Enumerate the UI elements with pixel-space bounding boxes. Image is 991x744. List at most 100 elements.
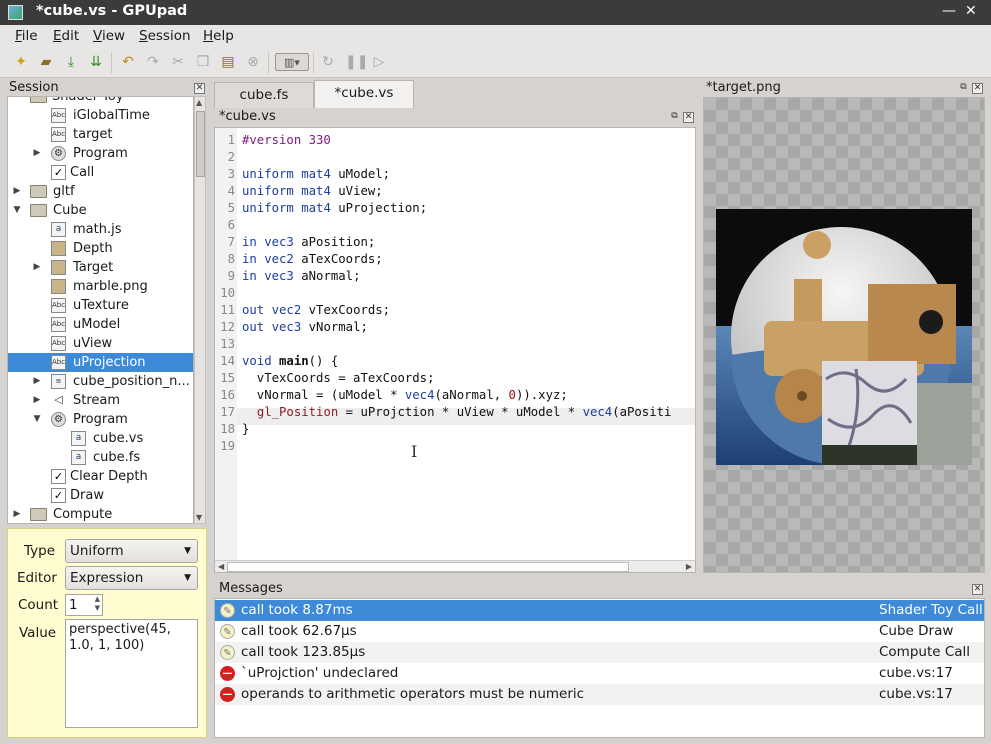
tree-item[interactable]: ▼ ⚙ Program: [8, 410, 193, 429]
message-row[interactable]: — operands to arithmetic operators must b…: [215, 684, 984, 705]
float-icon[interactable]: ⧉: [669, 112, 680, 123]
paste-icon[interactable]: ▤: [219, 53, 237, 71]
tab-cube-vs[interactable]: *cube.vs: [314, 80, 414, 108]
scroll-left-icon[interactable]: ◀: [218, 562, 224, 571]
value-label: Value: [19, 625, 57, 641]
tree-item[interactable]: ▶ ≡ cube_position_n...: [8, 372, 193, 391]
folder-icon: [30, 97, 47, 103]
binding-icon: Abc: [51, 108, 66, 123]
tree-item[interactable]: marble.png: [8, 277, 193, 296]
editor-close-icon[interactable]: ✕: [683, 112, 694, 123]
tree-item[interactable]: a cube.fs: [8, 448, 193, 467]
collapse-arrow-icon[interactable]: ▼: [32, 410, 42, 429]
script-icon: a: [71, 431, 86, 446]
expand-arrow-icon[interactable]: ▶: [12, 182, 22, 201]
message-row[interactable]: — `uProjction' undeclared cube.vs:17: [215, 663, 984, 684]
tab-cube-fs[interactable]: cube.fs: [214, 82, 314, 108]
session-close-icon[interactable]: ✕: [194, 83, 205, 94]
source-type-icon[interactable]: ▥▾: [275, 53, 309, 71]
image-icon: [51, 241, 66, 256]
menu-file[interactable]: File: [15, 28, 38, 44]
scroll-down-icon[interactable]: ▼: [196, 513, 202, 522]
open-file-icon[interactable]: ▰: [37, 53, 55, 71]
editor-select[interactable]: Expression ▼: [65, 566, 198, 590]
menu-help[interactable]: Help: [203, 28, 234, 44]
line-number-gutter: 1 2 3 4 5 6 7 8 9 10 11 12 13 14 15 16 1…: [215, 128, 237, 560]
script-icon: a: [51, 222, 66, 237]
tree-scrollbar[interactable]: ▲ ▼: [194, 96, 206, 524]
scroll-thumb[interactable]: [227, 562, 629, 572]
count-spinbox[interactable]: 1 ▲ ▼: [65, 594, 103, 616]
binding-icon: Abc: [51, 317, 66, 332]
save-icon[interactable]: ⤓: [62, 53, 80, 71]
close-window-button[interactable]: ✕: [965, 3, 977, 19]
message-row[interactable]: ✎ call took 8.87ms Shader Toy Call: [215, 600, 984, 621]
new-file-icon[interactable]: ✦: [12, 53, 30, 71]
code-editor[interactable]: 1 2 3 4 5 6 7 8 9 10 11 12 13 14 15 16 1…: [214, 127, 696, 573]
expand-arrow-icon[interactable]: ▶: [12, 505, 22, 523]
scroll-up-icon[interactable]: ▲: [196, 98, 202, 107]
expand-arrow-icon[interactable]: ▶: [32, 372, 42, 391]
editor-label: Editor: [17, 570, 57, 586]
menu-edit[interactable]: Edit: [53, 28, 79, 44]
message-row[interactable]: ✎ call took 123.85µs Compute Call: [215, 642, 984, 663]
value-textarea[interactable]: perspective(45, 1.0, 1, 100): [65, 619, 198, 728]
copy-icon[interactable]: ❐: [194, 53, 212, 71]
tree-item[interactable]: Abc iGlobalTime: [8, 106, 193, 125]
tree-item[interactable]: ▼ Cube: [8, 201, 193, 220]
tree-item[interactable]: ▶ gltf: [8, 182, 193, 201]
tree-item[interactable]: Depth: [8, 239, 193, 258]
properties-panel: Type Uniform ▼ Editor Expression ▼ Count 1…: [7, 528, 207, 738]
scroll-thumb[interactable]: [196, 111, 205, 177]
minimize-button[interactable]: —: [942, 3, 956, 19]
menu-session[interactable]: Session: [139, 28, 191, 44]
save-all-icon[interactable]: ⇊: [87, 53, 105, 71]
cut-icon[interactable]: ✂: [169, 53, 187, 71]
checkbox-icon[interactable]: ✓: [51, 488, 66, 503]
session-panel-title: Session: [9, 80, 59, 95]
run-icon[interactable]: ▷: [370, 53, 388, 71]
messages-close-icon[interactable]: ✕: [972, 584, 983, 595]
target-image-view[interactable]: [703, 97, 985, 573]
editor-hscrollbar[interactable]: ◀ ▶: [215, 560, 695, 572]
chevron-down-icon: ▼: [184, 573, 191, 583]
float-icon[interactable]: ⧉: [958, 83, 969, 94]
tree-item[interactable]: ▶ Compute: [8, 505, 193, 523]
editor-title: *cube.vs: [219, 109, 276, 124]
expand-arrow-icon[interactable]: ▶: [32, 144, 42, 163]
code-line: uniform mat4 uProjection;: [242, 201, 428, 215]
code-line: vNormal = (uModel * vec4(aNormal, 0)).xy…: [242, 388, 568, 402]
target-close-icon[interactable]: ✕: [972, 83, 983, 94]
redo-icon[interactable]: ↷: [144, 53, 162, 71]
tree-item[interactable]: a math.js: [8, 220, 193, 239]
expand-arrow-icon[interactable]: ▶: [32, 391, 42, 410]
code-line: #version 330: [242, 133, 331, 147]
tree-item[interactable]: ▶ Target: [8, 258, 193, 277]
checkbox-icon[interactable]: ✓: [51, 165, 66, 180]
undo-icon[interactable]: ↶: [119, 53, 137, 71]
code-line: vTexCoords = aTexCoords;: [242, 371, 435, 385]
tree-item[interactable]: ✓ Draw: [8, 486, 193, 505]
collapse-arrow-icon[interactable]: ▼: [12, 201, 22, 220]
code-line: in vec3 aPosition;: [242, 235, 376, 249]
checkbox-icon[interactable]: ✓: [51, 469, 66, 484]
tree-item-selected[interactable]: Abc uProjection: [8, 353, 193, 372]
pause-icon[interactable]: ❚❚: [345, 53, 368, 71]
message-row[interactable]: ✎ call took 62.67µs Cube Draw: [215, 621, 984, 642]
tree-item[interactable]: Abc uModel: [8, 315, 193, 334]
menu-view[interactable]: View: [93, 28, 125, 44]
tree-item[interactable]: ✓ Clear Depth: [8, 467, 193, 486]
tree-item[interactable]: Abc uTexture: [8, 296, 193, 315]
tree-item[interactable]: Abc target: [8, 125, 193, 144]
delete-icon[interactable]: ⊗: [244, 53, 262, 71]
tree-item[interactable]: Abc uView: [8, 334, 193, 353]
tree-item[interactable]: a cube.vs: [8, 429, 193, 448]
tree-item[interactable]: Shader Toy: [8, 97, 193, 106]
scroll-right-icon[interactable]: ▶: [686, 562, 692, 571]
tree-item[interactable]: ▶ ⚙ Program: [8, 144, 193, 163]
reload-icon[interactable]: ↻: [319, 53, 337, 71]
expand-arrow-icon[interactable]: ▶: [32, 258, 42, 277]
tree-item[interactable]: ▶ ◁ Stream: [8, 391, 193, 410]
tree-item[interactable]: ✓ Call: [8, 163, 193, 182]
type-select[interactable]: Uniform ▼: [65, 539, 198, 563]
